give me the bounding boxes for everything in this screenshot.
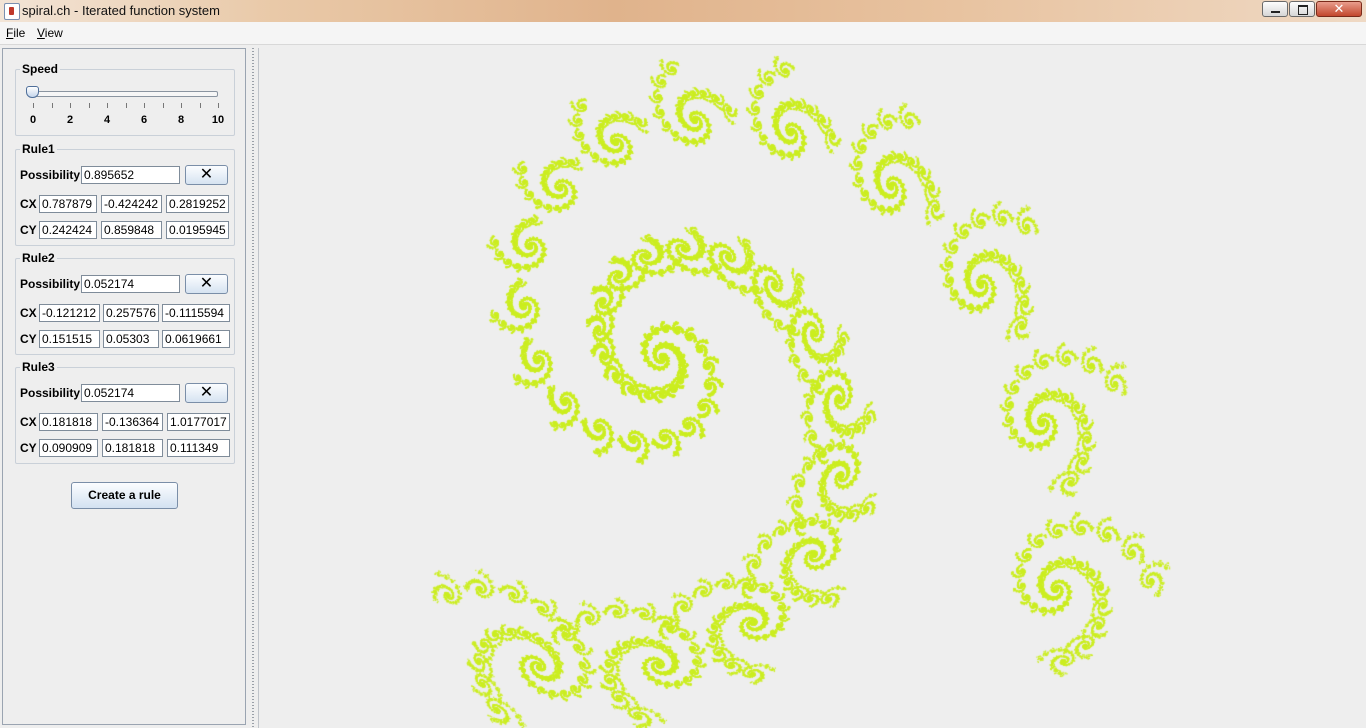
- rule2-cx-a-input[interactable]: -0.121212: [39, 304, 100, 322]
- speed-tick: [163, 103, 164, 108]
- rule3-cy-a-input[interactable]: 0.090909: [39, 439, 98, 457]
- speed-tick: [33, 103, 34, 108]
- menu-view[interactable]: View: [37, 26, 63, 40]
- speed-group: Speed 0 2 4 6 8 10: [15, 69, 235, 136]
- java-app-icon[interactable]: [4, 3, 20, 20]
- speed-slider-track[interactable]: [28, 91, 218, 97]
- rule1-delete-button[interactable]: ✕: [185, 165, 228, 185]
- rule2-cy-c-input[interactable]: 0.0619661: [162, 330, 230, 348]
- close-icon: ✕: [200, 275, 213, 292]
- rule1-group: Rule1 Possibility 0.895652 ✕ CX 0.787879…: [15, 149, 235, 246]
- menu-file[interactable]: File: [6, 26, 25, 40]
- rule2-cx-label: CX: [20, 306, 37, 320]
- speed-tick-label: 0: [23, 114, 43, 126]
- speed-tick: [144, 103, 145, 108]
- rule3-group: Rule3 Possibility 0.052174 ✕ CX 0.181818…: [15, 367, 235, 464]
- speed-tick: [89, 103, 90, 108]
- speed-tick: [70, 103, 71, 108]
- speed-tick-label: 6: [134, 114, 154, 126]
- speed-tick: [200, 103, 201, 108]
- speed-tick-label: 4: [97, 114, 117, 126]
- rule3-cx-b-input[interactable]: -0.136364: [102, 413, 163, 431]
- rule2-cx-c-input[interactable]: -0.1115594: [162, 304, 230, 322]
- rule1-possibility-input[interactable]: 0.895652: [81, 166, 180, 184]
- rule2-possibility-label: Possibility: [20, 277, 80, 291]
- rule1-title: Rule1: [20, 142, 57, 156]
- rule3-cy-b-input[interactable]: 0.181818: [102, 439, 163, 457]
- fractal-canvas-area: [258, 48, 1366, 728]
- speed-tick: [107, 103, 108, 108]
- minimize-button[interactable]: [1262, 1, 1288, 17]
- rule3-title: Rule3: [20, 360, 57, 374]
- close-icon: ✕: [200, 384, 213, 401]
- rule3-possibility-label: Possibility: [20, 386, 80, 400]
- speed-tick: [218, 103, 219, 108]
- speed-title: Speed: [20, 62, 60, 76]
- close-window-button[interactable]: ✕: [1316, 1, 1362, 17]
- rule3-delete-button[interactable]: ✕: [185, 383, 228, 403]
- window-title: spiral.ch - Iterated function system: [22, 3, 220, 18]
- speed-slider-thumb[interactable]: [26, 86, 39, 98]
- close-icon: ✕: [1317, 1, 1361, 17]
- panel-splitter[interactable]: [248, 48, 258, 728]
- rule3-cx-a-input[interactable]: 0.181818: [39, 413, 98, 431]
- rule2-cy-label: CY: [20, 332, 37, 346]
- speed-tick: [52, 103, 53, 108]
- rule2-title: Rule2: [20, 251, 57, 265]
- rule1-cy-c-input[interactable]: 0.0195945: [166, 221, 229, 239]
- fractal-canvas: [259, 48, 1366, 728]
- rule2-group: Rule2 Possibility 0.052174 ✕ CX -0.12121…: [15, 258, 235, 355]
- speed-tick-label: 2: [60, 114, 80, 126]
- rule1-cy-a-input[interactable]: 0.242424: [39, 221, 97, 239]
- menu-bar: File View: [0, 22, 1366, 45]
- rule3-cy-c-input[interactable]: 0.111349: [167, 439, 230, 457]
- rules-panel: Speed 0 2 4 6 8 10 Rule1 Possibility 0.895652…: [2, 48, 246, 725]
- rule2-possibility-input[interactable]: 0.052174: [81, 275, 180, 293]
- rule1-cy-b-input[interactable]: 0.859848: [101, 221, 162, 239]
- rule2-cy-b-input[interactable]: 0.05303: [103, 330, 159, 348]
- rule1-cy-label: CY: [20, 223, 37, 237]
- create-rule-button[interactable]: Create a rule: [71, 482, 178, 509]
- rule3-cy-label: CY: [20, 441, 37, 455]
- title-bar: spiral.ch - Iterated function system ✕: [0, 0, 1366, 22]
- rule2-delete-button[interactable]: ✕: [185, 274, 228, 294]
- rule1-cx-a-input[interactable]: 0.787879: [39, 195, 97, 213]
- rule1-possibility-label: Possibility: [20, 168, 80, 182]
- speed-tick-label: 10: [208, 114, 228, 126]
- rule1-cx-label: CX: [20, 197, 37, 211]
- rule1-cx-b-input[interactable]: -0.424242: [101, 195, 162, 213]
- speed-tick: [181, 103, 182, 108]
- rule3-cx-c-input[interactable]: 1.0177017: [167, 413, 230, 431]
- close-icon: ✕: [200, 166, 213, 183]
- speed-tick: [126, 103, 127, 108]
- rule2-cx-b-input[interactable]: 0.257576: [103, 304, 159, 322]
- rule3-possibility-input[interactable]: 0.052174: [81, 384, 180, 402]
- speed-tick-label: 8: [171, 114, 191, 126]
- rule3-cx-label: CX: [20, 415, 37, 429]
- maximize-button[interactable]: [1289, 1, 1315, 17]
- rule1-cx-c-input[interactable]: 0.2819252: [166, 195, 229, 213]
- rule2-cy-a-input[interactable]: 0.151515: [39, 330, 100, 348]
